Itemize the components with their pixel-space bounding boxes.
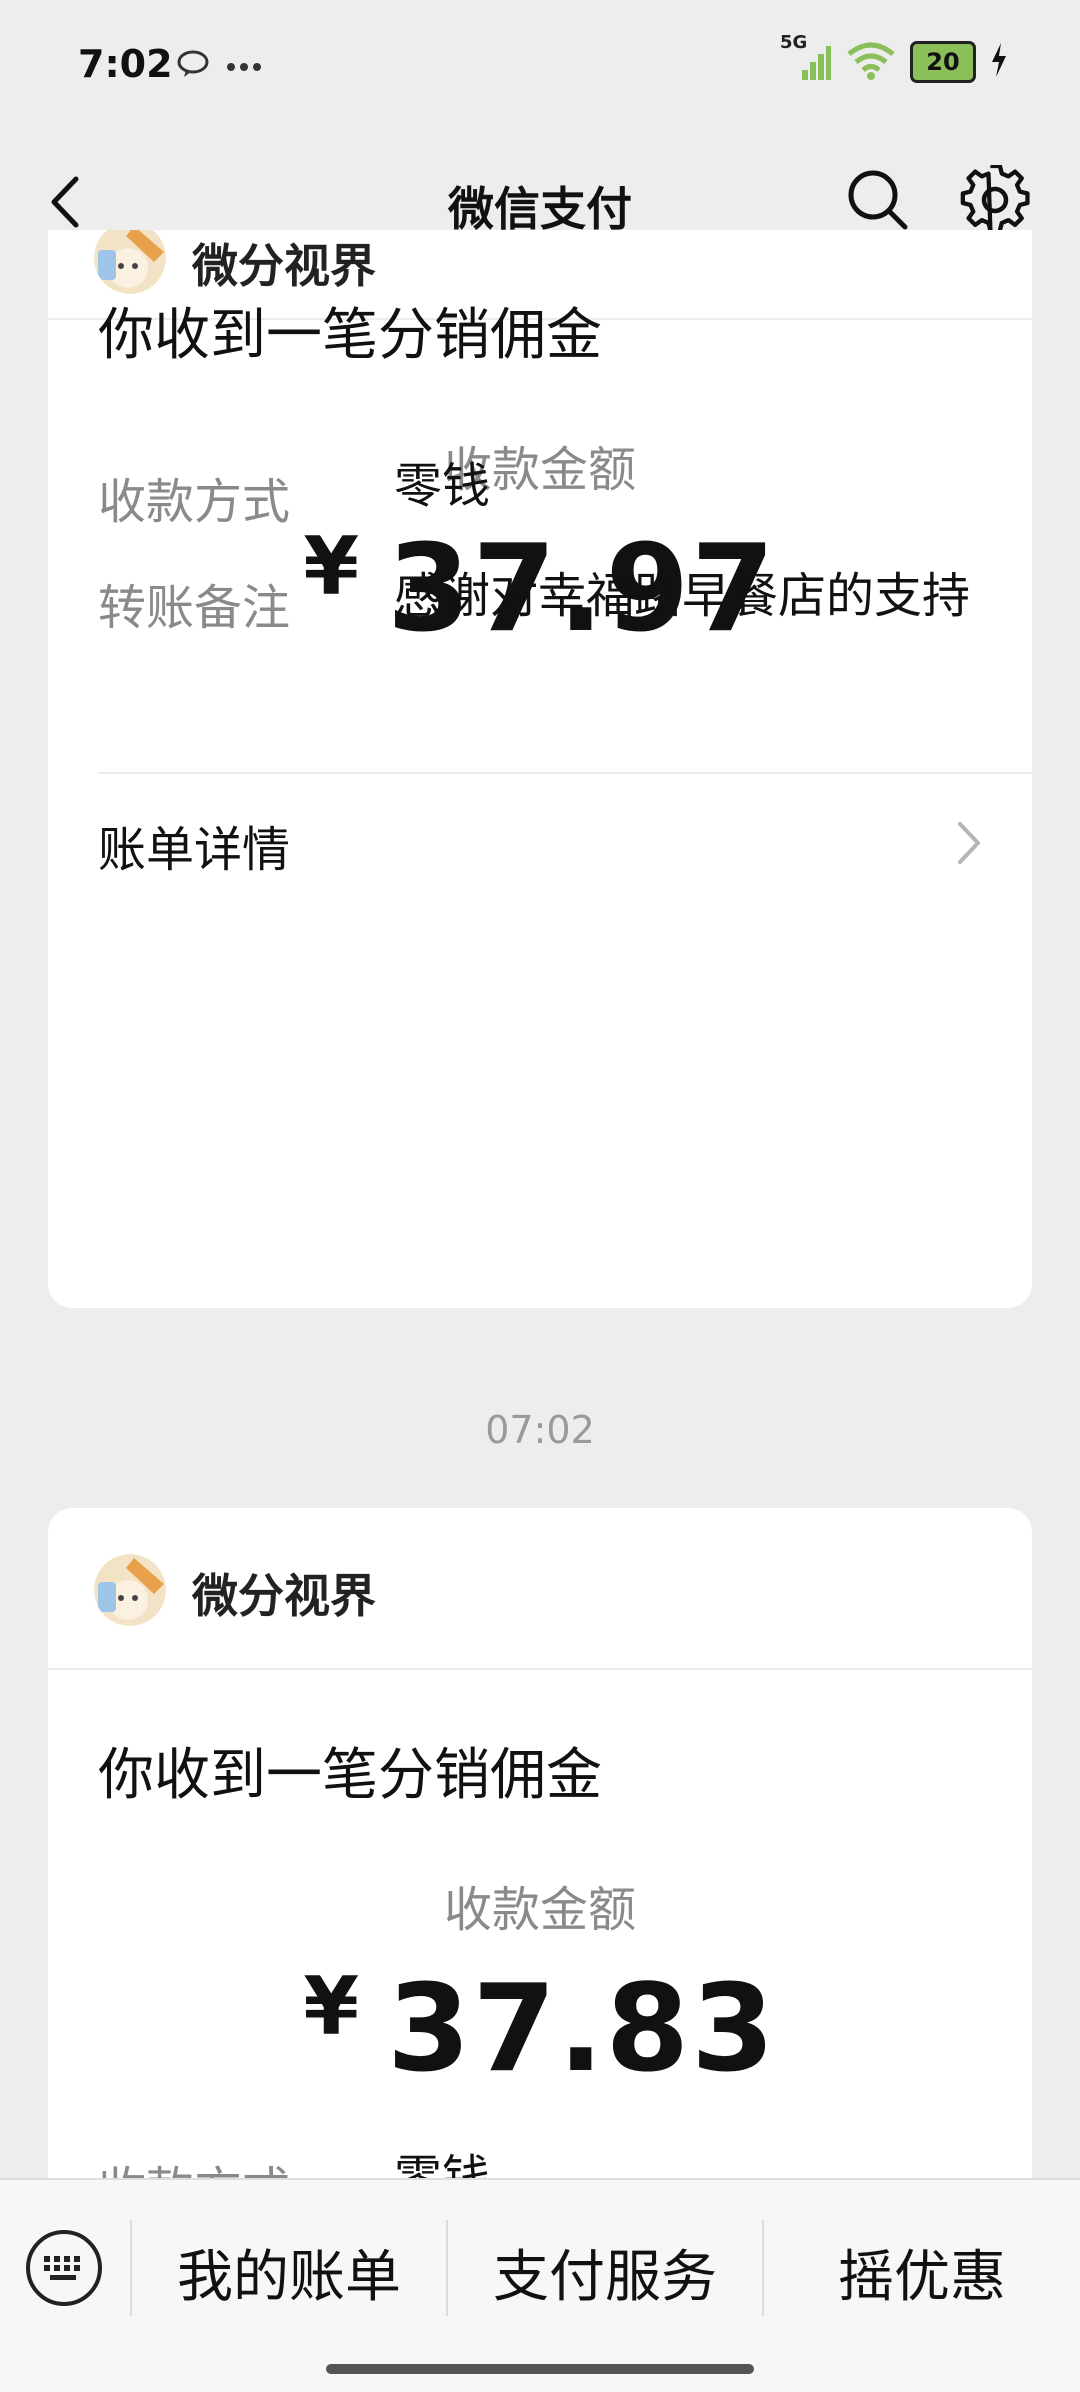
wifi-icon [846, 40, 896, 84]
status-bar: 7:02 5G 20 [0, 0, 1080, 135]
cellular-signal-icon: 5G [780, 32, 832, 84]
method-label: 收款方式 [98, 474, 291, 530]
keyboard-toggle-button[interactable] [26, 2230, 102, 2306]
bottom-toolbar: 我的账单 支付服务 摇优惠 [0, 2178, 1080, 2392]
battery-icon: 20 [910, 41, 976, 83]
shake-deals-button[interactable]: 摇优惠 [764, 2232, 1080, 2313]
gear-icon [960, 163, 1030, 233]
merchant-avatar [94, 1554, 166, 1626]
search-icon [848, 170, 908, 230]
divider [98, 772, 1032, 774]
network-type-label: 5G [780, 32, 808, 53]
chat-bubble-icon [176, 50, 210, 82]
amount-label: 收款金额 [443, 1882, 636, 1938]
remark-label: 转账备注 [98, 580, 291, 636]
merchant-avatar [94, 230, 166, 294]
bill-details-link: 账单详情 [98, 822, 291, 878]
amount: ¥37.83 [48, 1960, 1032, 2099]
currency-symbol: ¥ [303, 1960, 360, 2053]
charging-bolt-icon [990, 43, 1008, 81]
bill-details-row[interactable]: 账单详情 [48, 790, 1032, 906]
merchant-name: 微分视界 [192, 239, 376, 293]
message-timestamp: 07:02 [485, 1408, 595, 1452]
remark-value: 感谢对幸福路早餐店的支持 [394, 568, 971, 624]
method-value: 零钱 [394, 458, 491, 514]
keyboard-icon [44, 2256, 80, 2280]
status-time: 7:02 [78, 42, 173, 86]
amount-value: 37.83 [387, 1960, 777, 2099]
card-header: 微分视界 [48, 1508, 1032, 1670]
screen: 7:02 5G 20 微信支付 微分视界 你收到一笔分销佣金 收款金额 ¥ 37… [0, 0, 1080, 2392]
card-title: 你收到一笔分销佣金 [98, 303, 602, 368]
search-button[interactable] [845, 167, 911, 233]
more-dots-icon [226, 57, 262, 76]
currency-symbol: ¥ [303, 520, 360, 613]
settings-button[interactable] [960, 163, 1030, 235]
battery-level: 20 [926, 48, 960, 76]
my-bills-button[interactable]: 我的账单 [132, 2232, 446, 2313]
chevron-right-icon [958, 822, 980, 864]
home-indicator[interactable] [326, 2364, 754, 2374]
payment-card: 微分视界 你收到一笔分销佣金 收款金额 ¥37.97 收款方式 零钱 转账备注 … [48, 230, 1032, 1308]
pay-services-button[interactable]: 支付服务 [448, 2232, 762, 2313]
card-title: 你收到一笔分销佣金 [98, 1743, 602, 1808]
merchant-name: 微分视界 [192, 1569, 376, 1623]
